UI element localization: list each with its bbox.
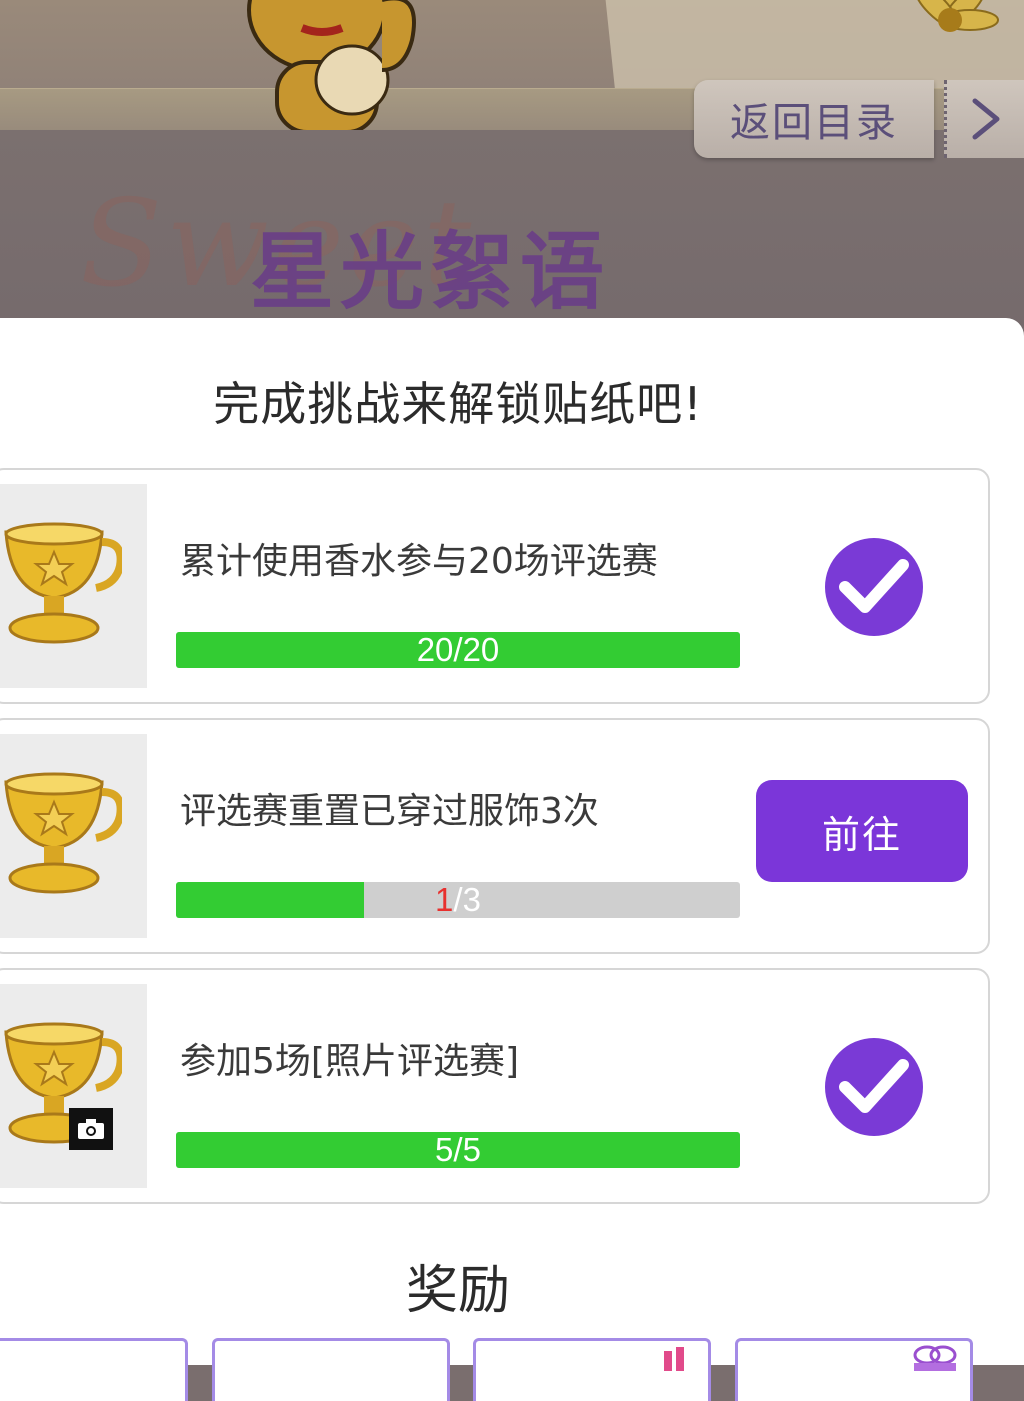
lucky-cat-sticker-icon: [247, 0, 416, 130]
background-scene: Sweet Whisper 星光絮语: [0, 0, 1024, 340]
task-icon-box: [0, 984, 147, 1188]
camera-icon: [69, 1108, 113, 1150]
task-card: 参加5场[照片评选赛] 5/5: [0, 968, 990, 1204]
trophy-icon: [4, 772, 122, 894]
task-description: 评选赛重置已穿过服饰3次: [180, 791, 599, 832]
cosmetic-icon: [664, 1347, 684, 1371]
reward-item[interactable]: [0, 1338, 188, 1401]
task-card: 累计使用香水参与20场评选赛 20/20: [0, 468, 990, 704]
go-button[interactable]: 前往: [756, 780, 968, 882]
progress-bar: 1/3: [176, 882, 740, 918]
completed-check-icon: [825, 1038, 923, 1136]
back-to-catalog-label: 返回目录: [730, 100, 898, 146]
flower-decoration-icon: [913, 0, 999, 32]
task-description: 累计使用香水参与20场评选赛: [180, 541, 658, 582]
reward-item[interactable]: [473, 1338, 711, 1401]
banner-title: 星光絮语: [250, 223, 611, 321]
challenge-panel: 完成挑战来解锁贴纸吧! 累计使用香水参与20场评选赛 20/20 评选赛重置已穿…: [0, 318, 1024, 1401]
chevron-right-icon: [972, 98, 1000, 140]
reward-item[interactable]: [735, 1338, 973, 1401]
reward-title: 奖励: [405, 1261, 510, 1321]
task-description: 参加5场[照片评选赛]: [180, 1041, 519, 1082]
gift-bow-icon: [913, 1345, 957, 1371]
trophy-icon: [4, 522, 122, 644]
reward-item[interactable]: [212, 1338, 450, 1401]
completed-check-icon: [825, 538, 923, 636]
task-card: 评选赛重置已穿过服饰3次 1/3 前往: [0, 718, 990, 954]
progress-text: 5/5: [435, 1132, 481, 1168]
progress-bar: 5/5: [176, 1132, 740, 1168]
progress-text: 1/3: [435, 882, 481, 918]
task-icon-box: [0, 484, 147, 688]
back-to-catalog-button[interactable]: 返回目录: [694, 80, 934, 158]
progress-text: 20/20: [416, 632, 500, 668]
progress-bar: 20/20: [176, 632, 740, 668]
task-icon-box: [0, 734, 147, 938]
next-arrow-button[interactable]: [944, 80, 1024, 158]
panel-title: 完成挑战来解锁贴纸吧!: [213, 377, 703, 431]
